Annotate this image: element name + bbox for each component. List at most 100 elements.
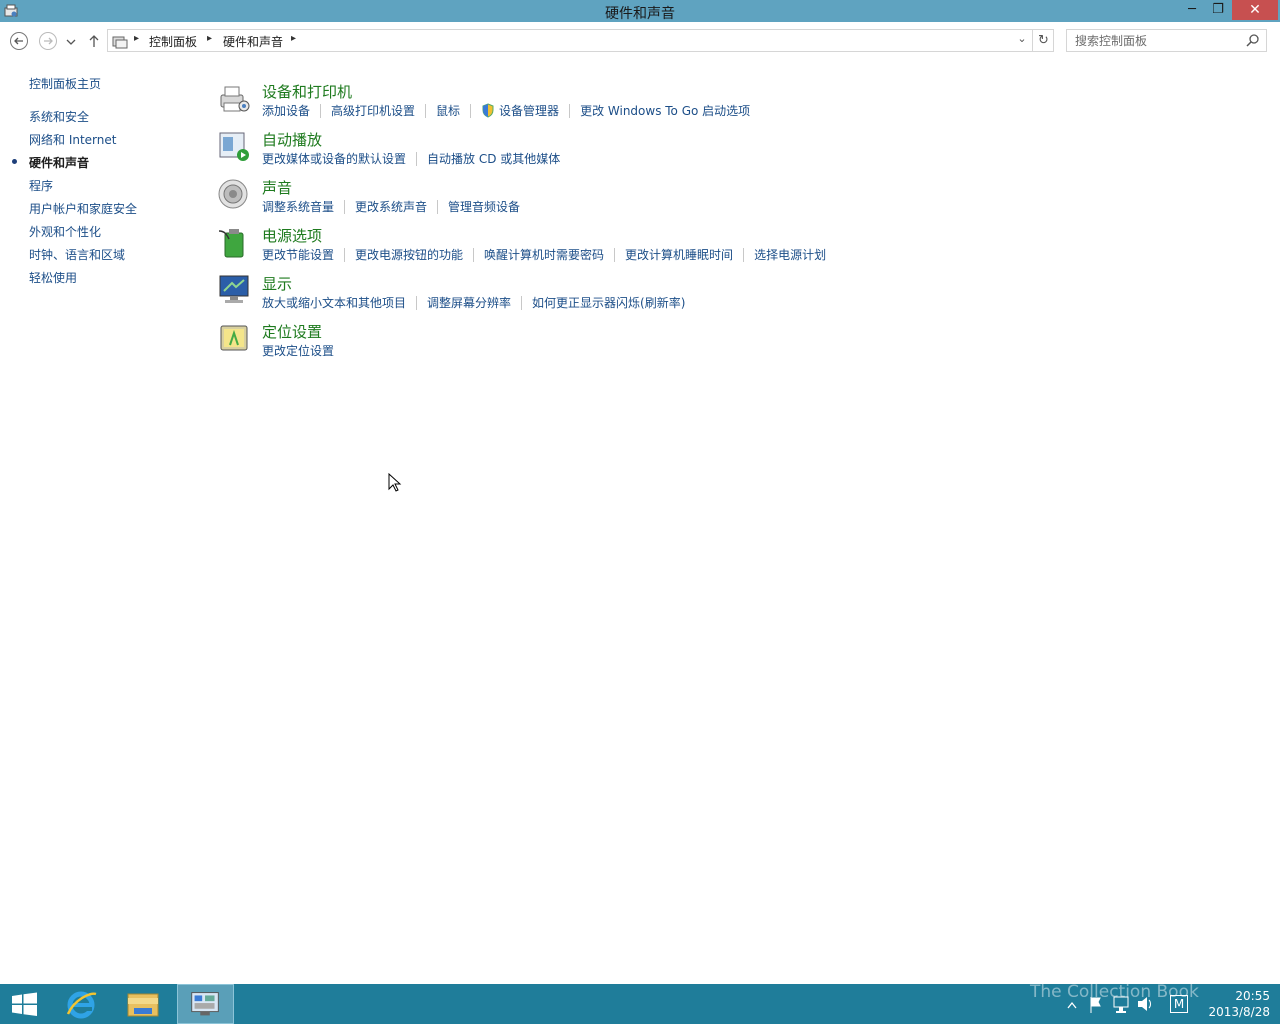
system-clock[interactable]: 20:55 2013/8/28 xyxy=(1200,988,1270,1020)
change-system-sounds-link[interactable]: 更改系统声音 xyxy=(355,198,427,215)
location-settings-links: 更改定位设置 xyxy=(262,342,334,359)
device-manager-label: 设备管理器 xyxy=(499,104,560,118)
link-separator xyxy=(614,247,616,262)
choose-power-plan-link[interactable]: 选择电源计划 xyxy=(754,246,826,263)
close-button[interactable]: ✕ xyxy=(1232,0,1278,20)
breadcrumb-separator-icon[interactable]: ▸ xyxy=(291,33,296,44)
nav-clock-language-region[interactable]: 时钟、语言和区域 xyxy=(29,246,125,263)
forward-arrow-icon xyxy=(39,32,57,50)
display-title[interactable]: 显示 xyxy=(262,273,292,294)
windows-to-go-link[interactable]: 更改 Windows To Go 启动选项 xyxy=(580,102,750,119)
category-devices-printers: 设备和打印机 添加设备 高级打印机设置 鼠标 设备管理器 更改 Windows … xyxy=(217,81,1217,129)
nav-user-accounts[interactable]: 用户帐户和家庭安全 xyxy=(29,200,137,217)
internet-explorer-icon xyxy=(66,991,97,1019)
autoplay-cd-link[interactable]: 自动播放 CD 或其他媒体 xyxy=(427,150,560,167)
nav-appearance[interactable]: 外观和个性化 xyxy=(29,223,101,240)
nav-network-internet[interactable]: 网络和 Internet xyxy=(29,131,116,148)
power-options-links: 更改节能设置 更改电源按钮的功能 唤醒计算机时需要密码 更改计算机睡眠时间 选择… xyxy=(262,246,826,263)
folder-icon xyxy=(127,993,159,1017)
location-icon[interactable] xyxy=(217,321,251,355)
power-options-title[interactable]: 电源选项 xyxy=(262,225,322,246)
change-location-settings-link[interactable]: 更改定位设置 xyxy=(262,342,334,359)
back-arrow-icon xyxy=(10,32,28,50)
search-icon[interactable] xyxy=(1246,33,1260,47)
link-separator xyxy=(437,199,439,214)
sound-links: 调整系统音量 更改系统声音 管理音频设备 xyxy=(262,198,520,215)
link-separator xyxy=(416,151,418,166)
file-explorer-button[interactable] xyxy=(120,984,166,1024)
mouse-link[interactable]: 鼠标 xyxy=(436,102,460,119)
back-button[interactable] xyxy=(9,31,29,51)
search-box[interactable] xyxy=(1066,29,1267,52)
control-panel-home-link[interactable]: 控制面板主页 xyxy=(29,75,101,92)
location-settings-title[interactable]: 定位设置 xyxy=(262,321,322,342)
address-bar[interactable]: ▸ 控制面板 ▸ 硬件和声音 ▸ ⌄ ↻ xyxy=(107,29,1054,52)
nav-system-security[interactable]: 系统和安全 xyxy=(29,108,89,125)
require-password-wake-link[interactable]: 唤醒计算机时需要密码 xyxy=(484,246,604,263)
current-page-bullet xyxy=(12,159,17,164)
start-button[interactable] xyxy=(0,984,48,1024)
clock-date: 2013/8/28 xyxy=(1208,1005,1270,1019)
change-sleep-time-link[interactable]: 更改计算机睡眠时间 xyxy=(625,246,733,263)
nav-programs[interactable]: 程序 xyxy=(29,177,53,194)
control-panel-icon xyxy=(112,36,128,49)
autoplay-title[interactable]: 自动播放 xyxy=(262,129,322,150)
monitor-icon[interactable] xyxy=(217,273,251,307)
breadcrumb-separator-icon[interactable]: ▸ xyxy=(207,33,212,44)
power-button-function-link[interactable]: 更改电源按钮的功能 xyxy=(355,246,463,263)
advanced-printer-setup-link[interactable]: 高级打印机设置 xyxy=(331,102,415,119)
change-media-defaults-link[interactable]: 更改媒体或设备的默认设置 xyxy=(262,150,406,167)
breadcrumb-hardware-sound[interactable]: 硬件和声音 xyxy=(223,33,283,50)
up-button[interactable] xyxy=(86,31,102,51)
internet-explorer-button[interactable] xyxy=(60,984,102,1024)
refresh-rate-help-link[interactable]: 如何更正显示器闪烁(刷新率) xyxy=(532,294,685,311)
mouse-cursor-icon xyxy=(388,473,402,492)
refresh-icon[interactable]: ↻ xyxy=(1032,30,1054,51)
category-sound: 声音 调整系统音量 更改系统声音 管理音频设备 xyxy=(217,177,1217,225)
adjust-resolution-link[interactable]: 调整屏幕分辨率 xyxy=(427,294,511,311)
uac-shield-icon xyxy=(482,103,494,118)
up-arrow-icon xyxy=(89,35,99,47)
link-separator xyxy=(569,103,571,118)
link-separator xyxy=(344,199,346,214)
link-separator xyxy=(344,247,346,262)
address-dropdown-icon[interactable]: ⌄ xyxy=(1014,32,1030,49)
autoplay-links: 更改媒体或设备的默认设置 自动播放 CD 或其他媒体 xyxy=(262,150,560,167)
restore-button[interactable]: ❐ xyxy=(1206,0,1230,20)
device-manager-link[interactable]: 设备管理器 xyxy=(481,102,559,119)
breadcrumb-control-panel[interactable]: 控制面板 xyxy=(149,33,197,50)
sound-title[interactable]: 声音 xyxy=(262,177,292,198)
navigation-bar: ▸ 控制面板 ▸ 硬件和声音 ▸ ⌄ ↻ xyxy=(0,22,1280,58)
recent-locations-button[interactable] xyxy=(64,31,78,51)
link-separator xyxy=(416,295,418,310)
manage-audio-devices-link[interactable]: 管理音频设备 xyxy=(448,198,520,215)
clock-time: 20:55 xyxy=(1235,989,1270,1003)
window-title: 硬件和声音 xyxy=(605,6,675,22)
control-panel-taskbar-button[interactable] xyxy=(177,984,234,1024)
control-panel-icon xyxy=(191,992,219,1016)
title-bar: 硬件和声音 ─ ❐ ✕ xyxy=(0,0,1280,22)
category-display: 显示 放大或缩小文本和其他项目 调整屏幕分辨率 如何更正显示器闪烁(刷新率) xyxy=(217,273,1217,321)
speaker-icon[interactable] xyxy=(217,177,251,211)
search-input[interactable] xyxy=(1067,30,1242,51)
category-power-options: 电源选项 更改节能设置 更改电源按钮的功能 唤醒计算机时需要密码 更改计算机睡眠… xyxy=(217,225,1217,273)
link-separator xyxy=(473,247,475,262)
nav-hardware-sound[interactable]: 硬件和声音 xyxy=(29,154,89,171)
devices-printers-title[interactable]: 设备和打印机 xyxy=(262,81,352,102)
devices-printers-links: 添加设备 高级打印机设置 鼠标 设备管理器 更改 Windows To Go 启… xyxy=(262,102,750,119)
windows-logo-icon xyxy=(12,992,37,1016)
link-separator xyxy=(743,247,745,262)
nav-ease-of-access[interactable]: 轻松使用 xyxy=(29,269,77,286)
add-device-link[interactable]: 添加设备 xyxy=(262,102,310,119)
make-text-larger-link[interactable]: 放大或缩小文本和其他项目 xyxy=(262,294,406,311)
change-power-saving-link[interactable]: 更改节能设置 xyxy=(262,246,334,263)
forward-button[interactable] xyxy=(38,31,58,51)
adjust-volume-link[interactable]: 调整系统音量 xyxy=(262,198,334,215)
autoplay-icon[interactable] xyxy=(217,129,251,163)
breadcrumb-separator-icon[interactable]: ▸ xyxy=(134,33,139,44)
link-separator xyxy=(521,295,523,310)
battery-icon[interactable] xyxy=(217,225,251,259)
minimize-button[interactable]: ─ xyxy=(1180,0,1204,20)
printer-icon[interactable] xyxy=(217,81,251,115)
chevron-down-icon xyxy=(66,39,76,45)
